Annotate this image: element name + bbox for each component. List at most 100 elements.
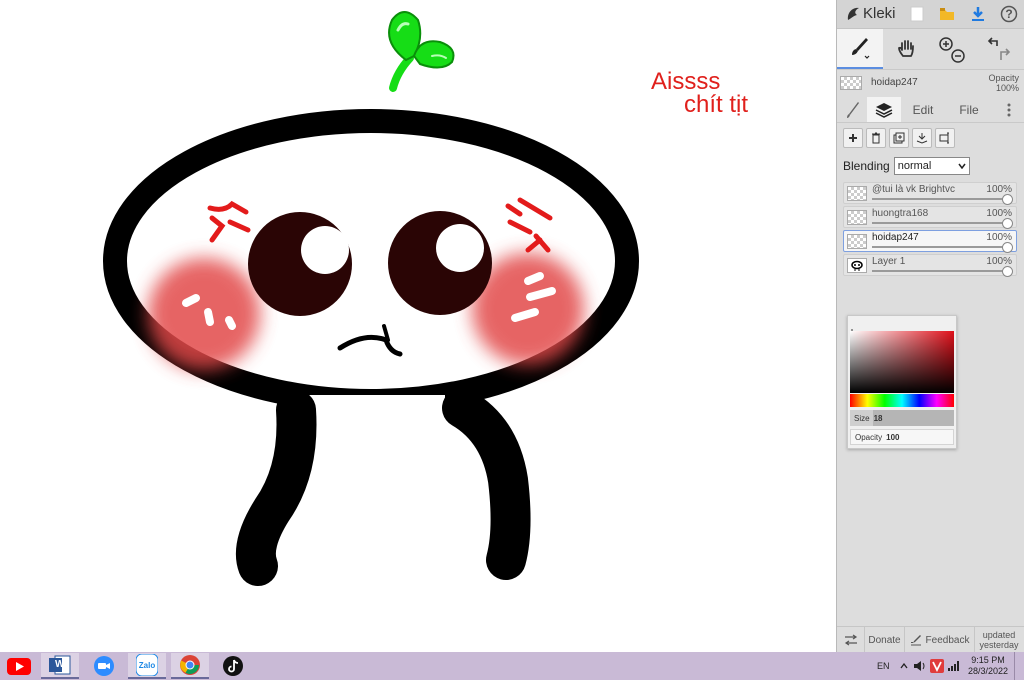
brush-opacity-slider[interactable]: Opacity 100 bbox=[850, 429, 954, 445]
sprout-leaf-right bbox=[412, 40, 455, 69]
new-image-icon[interactable] bbox=[907, 4, 927, 24]
signal-icon bbox=[948, 661, 959, 671]
color-picker-popup: Size 18 Opacity 100 bbox=[847, 315, 957, 449]
layer-opacity-track[interactable] bbox=[872, 198, 1006, 200]
layer-thumbnail bbox=[847, 234, 867, 249]
feedback-link[interactable]: Feedback bbox=[905, 627, 975, 653]
chrome-app[interactable] bbox=[171, 653, 209, 679]
chevron-down-icon bbox=[958, 163, 966, 169]
blending-control: Blending normal bbox=[843, 157, 970, 175]
right-arm bbox=[442, 388, 531, 580]
layer-opacity-track[interactable] bbox=[872, 222, 1006, 224]
layer-opacity-slider[interactable] bbox=[1002, 218, 1013, 229]
layer-name: Layer 1 bbox=[872, 256, 906, 267]
blending-value: normal bbox=[897, 160, 932, 172]
tab-brush[interactable] bbox=[839, 97, 867, 122]
tab-edit[interactable]: Edit bbox=[903, 97, 943, 122]
layer-opacity-slider[interactable] bbox=[1002, 194, 1013, 205]
panel-bottom-bar: Donate Feedback updated yesterday bbox=[837, 626, 1024, 653]
clock-time: 9:15 PM bbox=[971, 655, 1005, 665]
hand-tool-icon bbox=[898, 40, 914, 57]
language-indicator[interactable]: EN bbox=[877, 652, 890, 680]
hue-slider[interactable] bbox=[850, 394, 954, 407]
layer-opacity-track[interactable] bbox=[872, 246, 1006, 248]
layer-opacity-slider[interactable] bbox=[1002, 266, 1013, 277]
blending-label: Blending bbox=[843, 159, 890, 173]
zoom-buttons[interactable] bbox=[933, 29, 971, 69]
vpn-tray-button[interactable] bbox=[930, 652, 944, 680]
layer-item-selected[interactable]: hoidap247 100% bbox=[843, 230, 1017, 253]
kleki-topbar: Kleki ? bbox=[837, 0, 1024, 29]
blending-select[interactable]: normal bbox=[893, 157, 970, 175]
layer-thumbnail bbox=[847, 186, 867, 201]
vpn-icon bbox=[930, 659, 944, 673]
merge-layer-icon[interactable] bbox=[912, 128, 932, 148]
layer-name: @tui là vk Brightvc bbox=[872, 184, 955, 195]
layer-item[interactable]: @tui là vk Brightvc 100% bbox=[843, 182, 1017, 205]
show-hidden-icons[interactable] bbox=[900, 652, 908, 680]
kleki-logo[interactable]: Kleki bbox=[845, 5, 896, 22]
brush-tool-button[interactable] bbox=[837, 29, 883, 69]
help-symbol: ? bbox=[1005, 7, 1013, 21]
tab-layers[interactable] bbox=[867, 97, 901, 122]
undo-redo-icon bbox=[987, 37, 1011, 60]
current-layer-thumbnail bbox=[840, 76, 862, 90]
layer-name: huongtra168 bbox=[872, 208, 929, 219]
zalo-app[interactable]: Zalo bbox=[128, 653, 166, 679]
layers-tab-icon bbox=[875, 102, 893, 118]
youtube-app[interactable] bbox=[0, 653, 38, 679]
help-icon[interactable]: ? bbox=[999, 4, 1019, 24]
open-folder-icon[interactable] bbox=[937, 4, 957, 24]
zoom-app[interactable] bbox=[85, 653, 123, 679]
chrome-icon bbox=[180, 655, 200, 675]
tool-row bbox=[837, 29, 1024, 70]
layer-item[interactable]: huongtra168 100% bbox=[843, 206, 1017, 229]
word-app[interactable]: W bbox=[41, 653, 79, 679]
network-button[interactable] bbox=[948, 652, 960, 680]
undo-redo-buttons[interactable] bbox=[979, 29, 1019, 69]
clock-date: 28/3/2022 bbox=[968, 666, 1009, 676]
zoom-app-icon bbox=[94, 656, 114, 676]
current-layer-opacity: Opacity 100% bbox=[988, 73, 1019, 93]
swap-side-button[interactable] bbox=[837, 627, 865, 653]
brush-tab-icon bbox=[847, 101, 859, 118]
donate-link[interactable]: Donate bbox=[865, 627, 905, 653]
duplicate-layer-icon[interactable] bbox=[889, 128, 909, 148]
layer-opacity-slider[interactable] bbox=[1002, 242, 1013, 253]
panel-tabs: Edit File bbox=[837, 97, 1024, 123]
tiktok-app[interactable] bbox=[214, 653, 252, 679]
add-layer-icon[interactable] bbox=[843, 128, 863, 148]
caption-line-2: chít tịt bbox=[684, 91, 749, 118]
layer-opacity-track[interactable] bbox=[872, 270, 1006, 272]
layer-item[interactable]: Layer 1 100% bbox=[843, 254, 1017, 277]
feedback-icon bbox=[910, 635, 921, 646]
volume-button[interactable] bbox=[913, 652, 927, 680]
youtube-icon bbox=[7, 657, 31, 675]
swap-arrows-icon bbox=[844, 634, 857, 646]
current-layer-info: hoidap247 Opacity 100% bbox=[837, 70, 1024, 96]
delete-layer-icon[interactable] bbox=[866, 128, 886, 148]
layer-buttons bbox=[843, 128, 955, 148]
tab-file[interactable]: File bbox=[949, 97, 989, 122]
show-desktop-button[interactable] bbox=[1014, 652, 1024, 680]
download-icon[interactable] bbox=[968, 4, 988, 24]
brush-size-slider[interactable]: Size 18 bbox=[850, 410, 954, 426]
windows-taskbar: W Zalo EN 9:15 PM 28/3/2022 bbox=[0, 652, 1024, 680]
updated-info: updated yesterday bbox=[979, 630, 1019, 650]
tiktok-icon bbox=[223, 656, 243, 676]
kleki-logo-icon bbox=[847, 7, 859, 20]
hand-tool-button[interactable] bbox=[887, 29, 927, 69]
brush-tool-icon bbox=[852, 38, 870, 59]
drawing-canvas[interactable]: Aissss chít tịt bbox=[0, 0, 836, 652]
zoom-icon bbox=[939, 37, 965, 63]
rename-layer-icon[interactable] bbox=[935, 128, 955, 148]
layer-thumbnail bbox=[847, 258, 867, 273]
sprout-stem bbox=[389, 54, 414, 92]
speaker-icon bbox=[914, 661, 925, 671]
saturation-value-area[interactable] bbox=[850, 331, 954, 393]
layer-thumbnail bbox=[847, 210, 867, 225]
app-name: Kleki bbox=[863, 5, 896, 22]
left-blush bbox=[148, 258, 260, 370]
clock[interactable]: 9:15 PM 28/3/2022 bbox=[968, 652, 1008, 680]
more-menu-icon[interactable] bbox=[999, 97, 1019, 122]
